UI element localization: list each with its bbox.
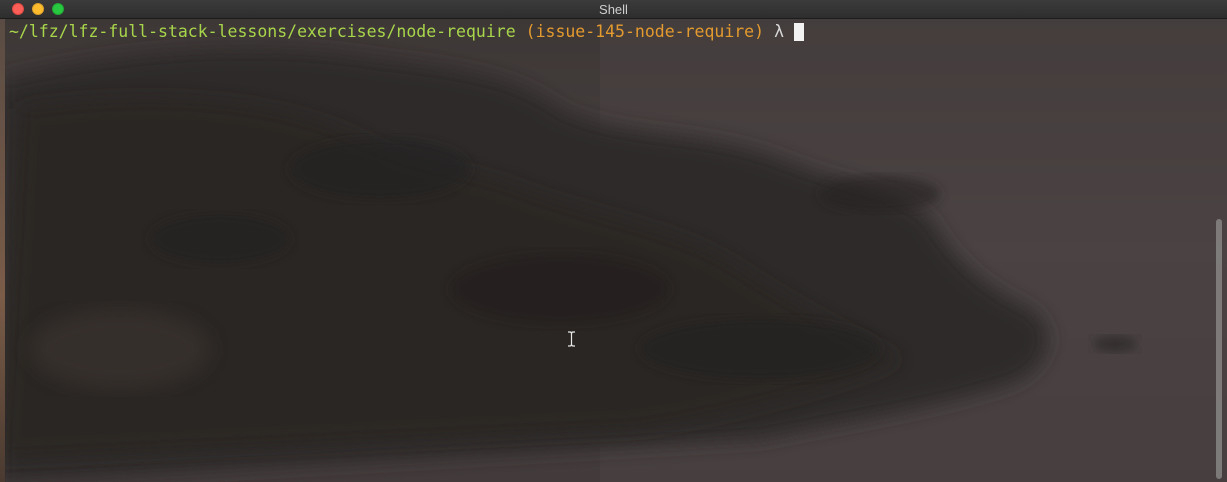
window-edge <box>0 19 5 482</box>
close-icon[interactable] <box>12 3 24 15</box>
text-cursor <box>794 23 804 41</box>
window-controls <box>12 3 64 15</box>
ibeam-cursor-icon <box>568 331 575 347</box>
window-title: Shell <box>599 1 628 17</box>
terminal-window: Shell ~/lfz/lfz-full-stack-lessons/exerc… <box>0 0 1227 482</box>
prompt-symbol: λ <box>774 22 784 41</box>
prompt-git-branch: (issue-145-node-require) <box>525 22 765 41</box>
scrollbar-thumb[interactable] <box>1216 219 1222 479</box>
terminal-pane[interactable]: ~/lfz/lfz-full-stack-lessons/exercises/n… <box>0 19 1227 482</box>
minimize-icon[interactable] <box>32 3 44 15</box>
shell-prompt-line[interactable]: ~/lfz/lfz-full-stack-lessons/exercises/n… <box>9 22 804 42</box>
title-bar[interactable]: Shell <box>0 0 1227 19</box>
background-image <box>0 19 1227 482</box>
maximize-icon[interactable] <box>52 3 64 15</box>
prompt-path: ~/lfz/lfz-full-stack-lessons/exercises/n… <box>9 22 516 41</box>
